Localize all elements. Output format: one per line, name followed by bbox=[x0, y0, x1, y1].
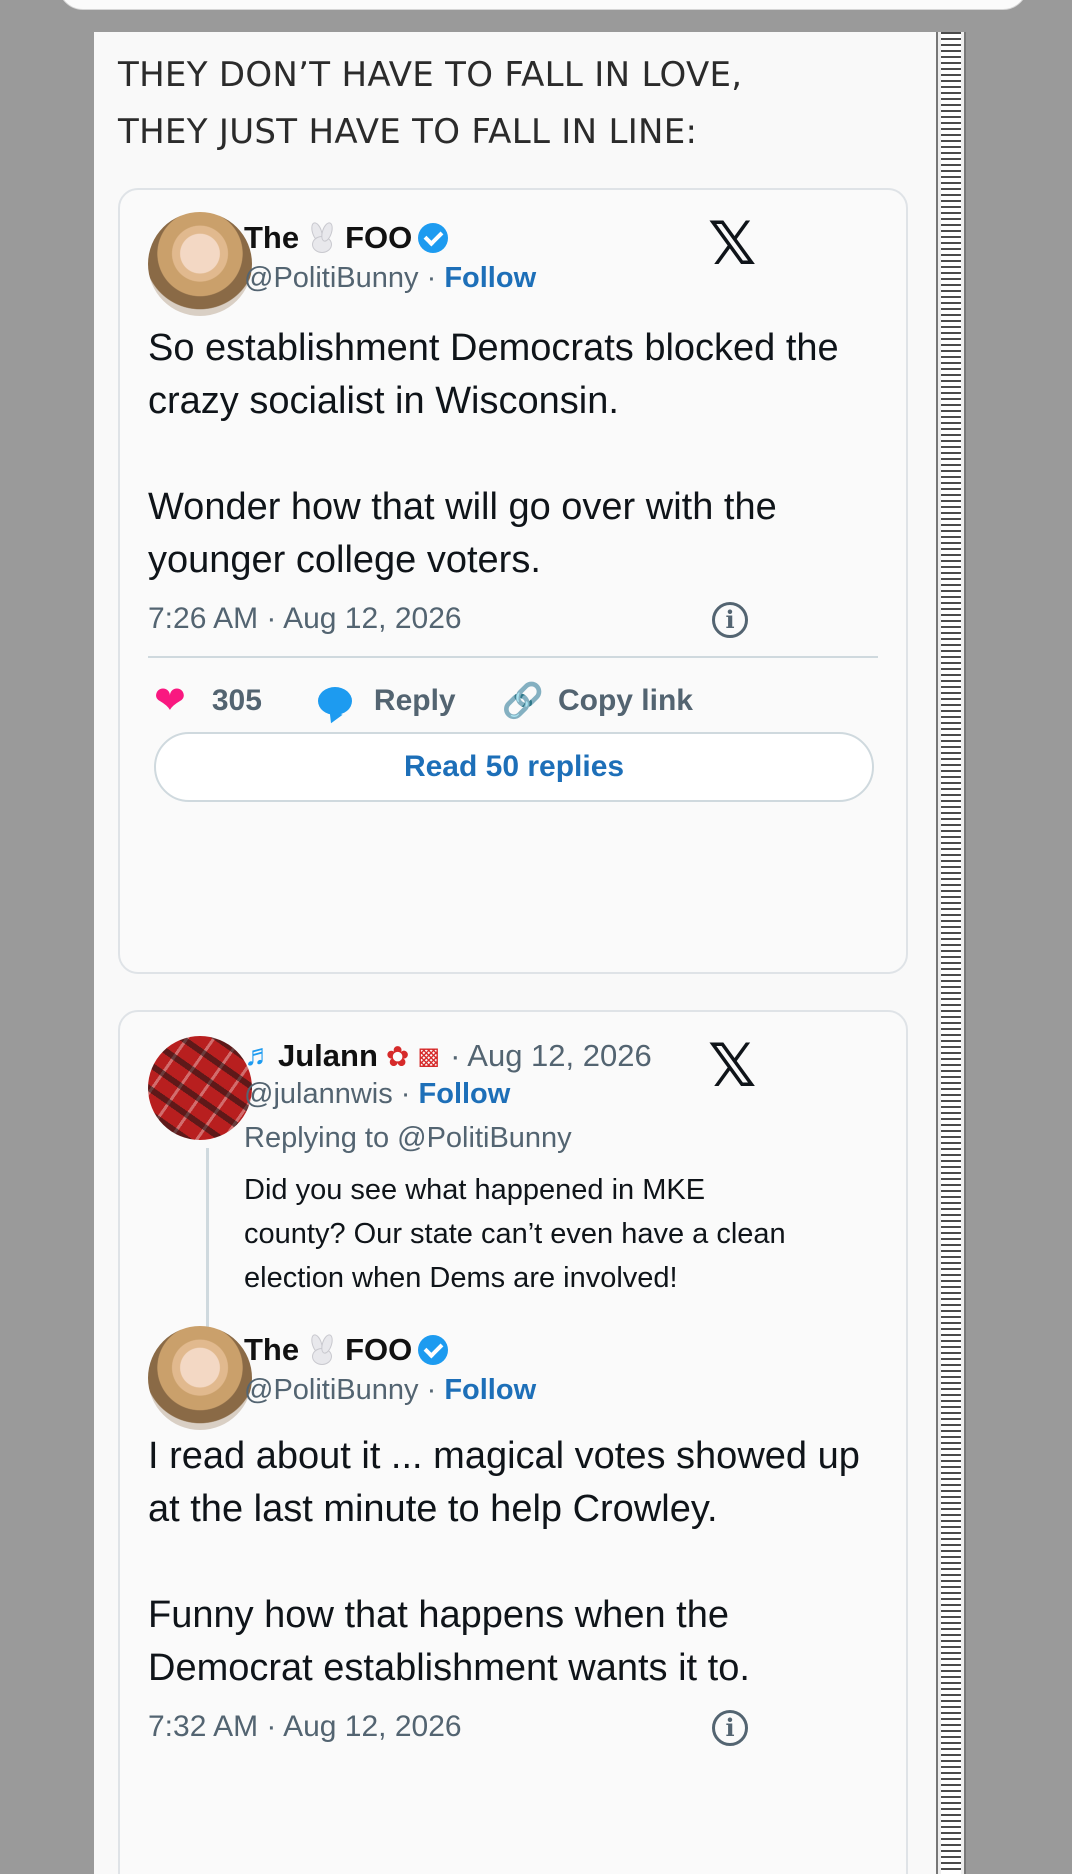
rose-icon: ✿ bbox=[385, 1040, 410, 1072]
x-logo-icon[interactable]: 𝕏 bbox=[708, 214, 756, 274]
heart-icon[interactable]: ❤ bbox=[154, 678, 186, 723]
divider bbox=[148, 656, 878, 658]
avatar[interactable] bbox=[148, 1326, 252, 1430]
author-handle[interactable]: @PolitiBunny bbox=[244, 262, 419, 294]
tweet-timestamp[interactable]: 7:32 AM · Aug 12, 2026 bbox=[148, 1710, 462, 1744]
author-name-suffix: FOO bbox=[345, 220, 413, 255]
follow-link[interactable]: Follow bbox=[444, 262, 536, 294]
author-name-suffix: FOO bbox=[345, 1332, 413, 1367]
tweet-paragraph-1: So establishment Democrats blocked the c… bbox=[148, 327, 839, 422]
bunny-emoji-icon bbox=[305, 1333, 339, 1367]
separator-dot: · bbox=[418, 262, 445, 294]
author-name-prefix: The bbox=[244, 1332, 300, 1367]
avatar[interactable] bbox=[148, 212, 252, 316]
info-icon[interactable]: i bbox=[712, 602, 748, 638]
verified-badge-icon bbox=[418, 223, 449, 253]
tweet-text: So establishment Democrats blocked the c… bbox=[148, 322, 868, 587]
tweet-paragraph-2: Funny how that happens when the Democrat… bbox=[148, 1594, 750, 1689]
follow-link[interactable]: Follow bbox=[419, 1078, 511, 1110]
read-replies-button[interactable]: Read 50 replies bbox=[154, 732, 874, 802]
reply-date[interactable]: · Aug 12, 2026 bbox=[450, 1038, 652, 1074]
reply-handle-row: @julannwis · Follow bbox=[244, 1078, 510, 1111]
popcorn-icon: ▩ bbox=[417, 1042, 441, 1070]
tweet-timestamp[interactable]: 7:26 AM · Aug 12, 2026 bbox=[148, 602, 462, 636]
previous-card-edge bbox=[58, 0, 1028, 10]
reply-button[interactable]: Reply bbox=[374, 684, 456, 718]
handle-row: @PolitiBunny · Follow bbox=[244, 1374, 536, 1407]
reply-author-handle[interactable]: @julannwis bbox=[244, 1078, 393, 1110]
copy-link-button[interactable]: Copy link bbox=[558, 684, 693, 718]
reply-author-name[interactable]: ♬ Julann ✿ ▩ · Aug 12, 2026 bbox=[244, 1038, 652, 1074]
separator-dot: · bbox=[418, 1374, 445, 1406]
author-name[interactable]: The FOO bbox=[244, 220, 449, 256]
info-icon[interactable]: i bbox=[712, 1710, 748, 1746]
follow-link[interactable]: Follow bbox=[444, 1374, 536, 1406]
music-note-icon: ♬ bbox=[244, 1039, 274, 1072]
author-name-prefix: The bbox=[244, 220, 300, 255]
verified-badge-icon bbox=[418, 1335, 449, 1365]
reply-bubble-icon[interactable] bbox=[317, 686, 352, 715]
headline-line-1: THEY DON’T HAVE TO FALL IN LOVE, bbox=[118, 55, 743, 95]
article-page: THEY DON’T HAVE TO FALL IN LOVE, THEY JU… bbox=[94, 32, 936, 1874]
replying-to[interactable]: Replying to @PolitiBunny bbox=[244, 1122, 572, 1155]
headline: THEY DON’T HAVE TO FALL IN LOVE, THEY JU… bbox=[118, 47, 918, 161]
reply-text: Did you see what happened in MKE county?… bbox=[244, 1174, 786, 1294]
handle-row: @PolitiBunny · Follow bbox=[244, 262, 536, 295]
headline-line-2: THEY JUST HAVE TO FALL IN LINE: bbox=[118, 112, 698, 152]
tweet-paragraph-1: I read about it ... magical votes showed… bbox=[148, 1435, 860, 1530]
scrollbar-track[interactable] bbox=[941, 32, 961, 1874]
like-count[interactable]: 305 bbox=[212, 684, 262, 718]
reply-author-name-text: Julann bbox=[278, 1038, 378, 1073]
tweet-text: I read about it ... magical votes showed… bbox=[148, 1430, 868, 1695]
avatar[interactable] bbox=[148, 1036, 252, 1140]
author-name[interactable]: The FOO bbox=[244, 1332, 449, 1368]
author-handle[interactable]: @PolitiBunny bbox=[244, 1374, 419, 1406]
separator-dot: · bbox=[392, 1078, 419, 1110]
link-icon[interactable]: 🔗 bbox=[502, 681, 544, 721]
embedded-tweet-card: The FOO @PolitiBunny · Follow 𝕏 So estab… bbox=[118, 188, 908, 974]
tweet-actions: ❤ 305 Reply 🔗 Copy link bbox=[154, 678, 693, 723]
tweet-paragraph-2: Wonder how that will go over with the yo… bbox=[148, 486, 777, 581]
scrollbar[interactable] bbox=[936, 32, 966, 1874]
x-logo-icon[interactable]: 𝕏 bbox=[708, 1036, 756, 1096]
bunny-emoji-icon bbox=[305, 221, 339, 255]
embedded-thread-card: ♬ Julann ✿ ▩ · Aug 12, 2026 𝕏 @julannwis… bbox=[118, 1010, 908, 1874]
